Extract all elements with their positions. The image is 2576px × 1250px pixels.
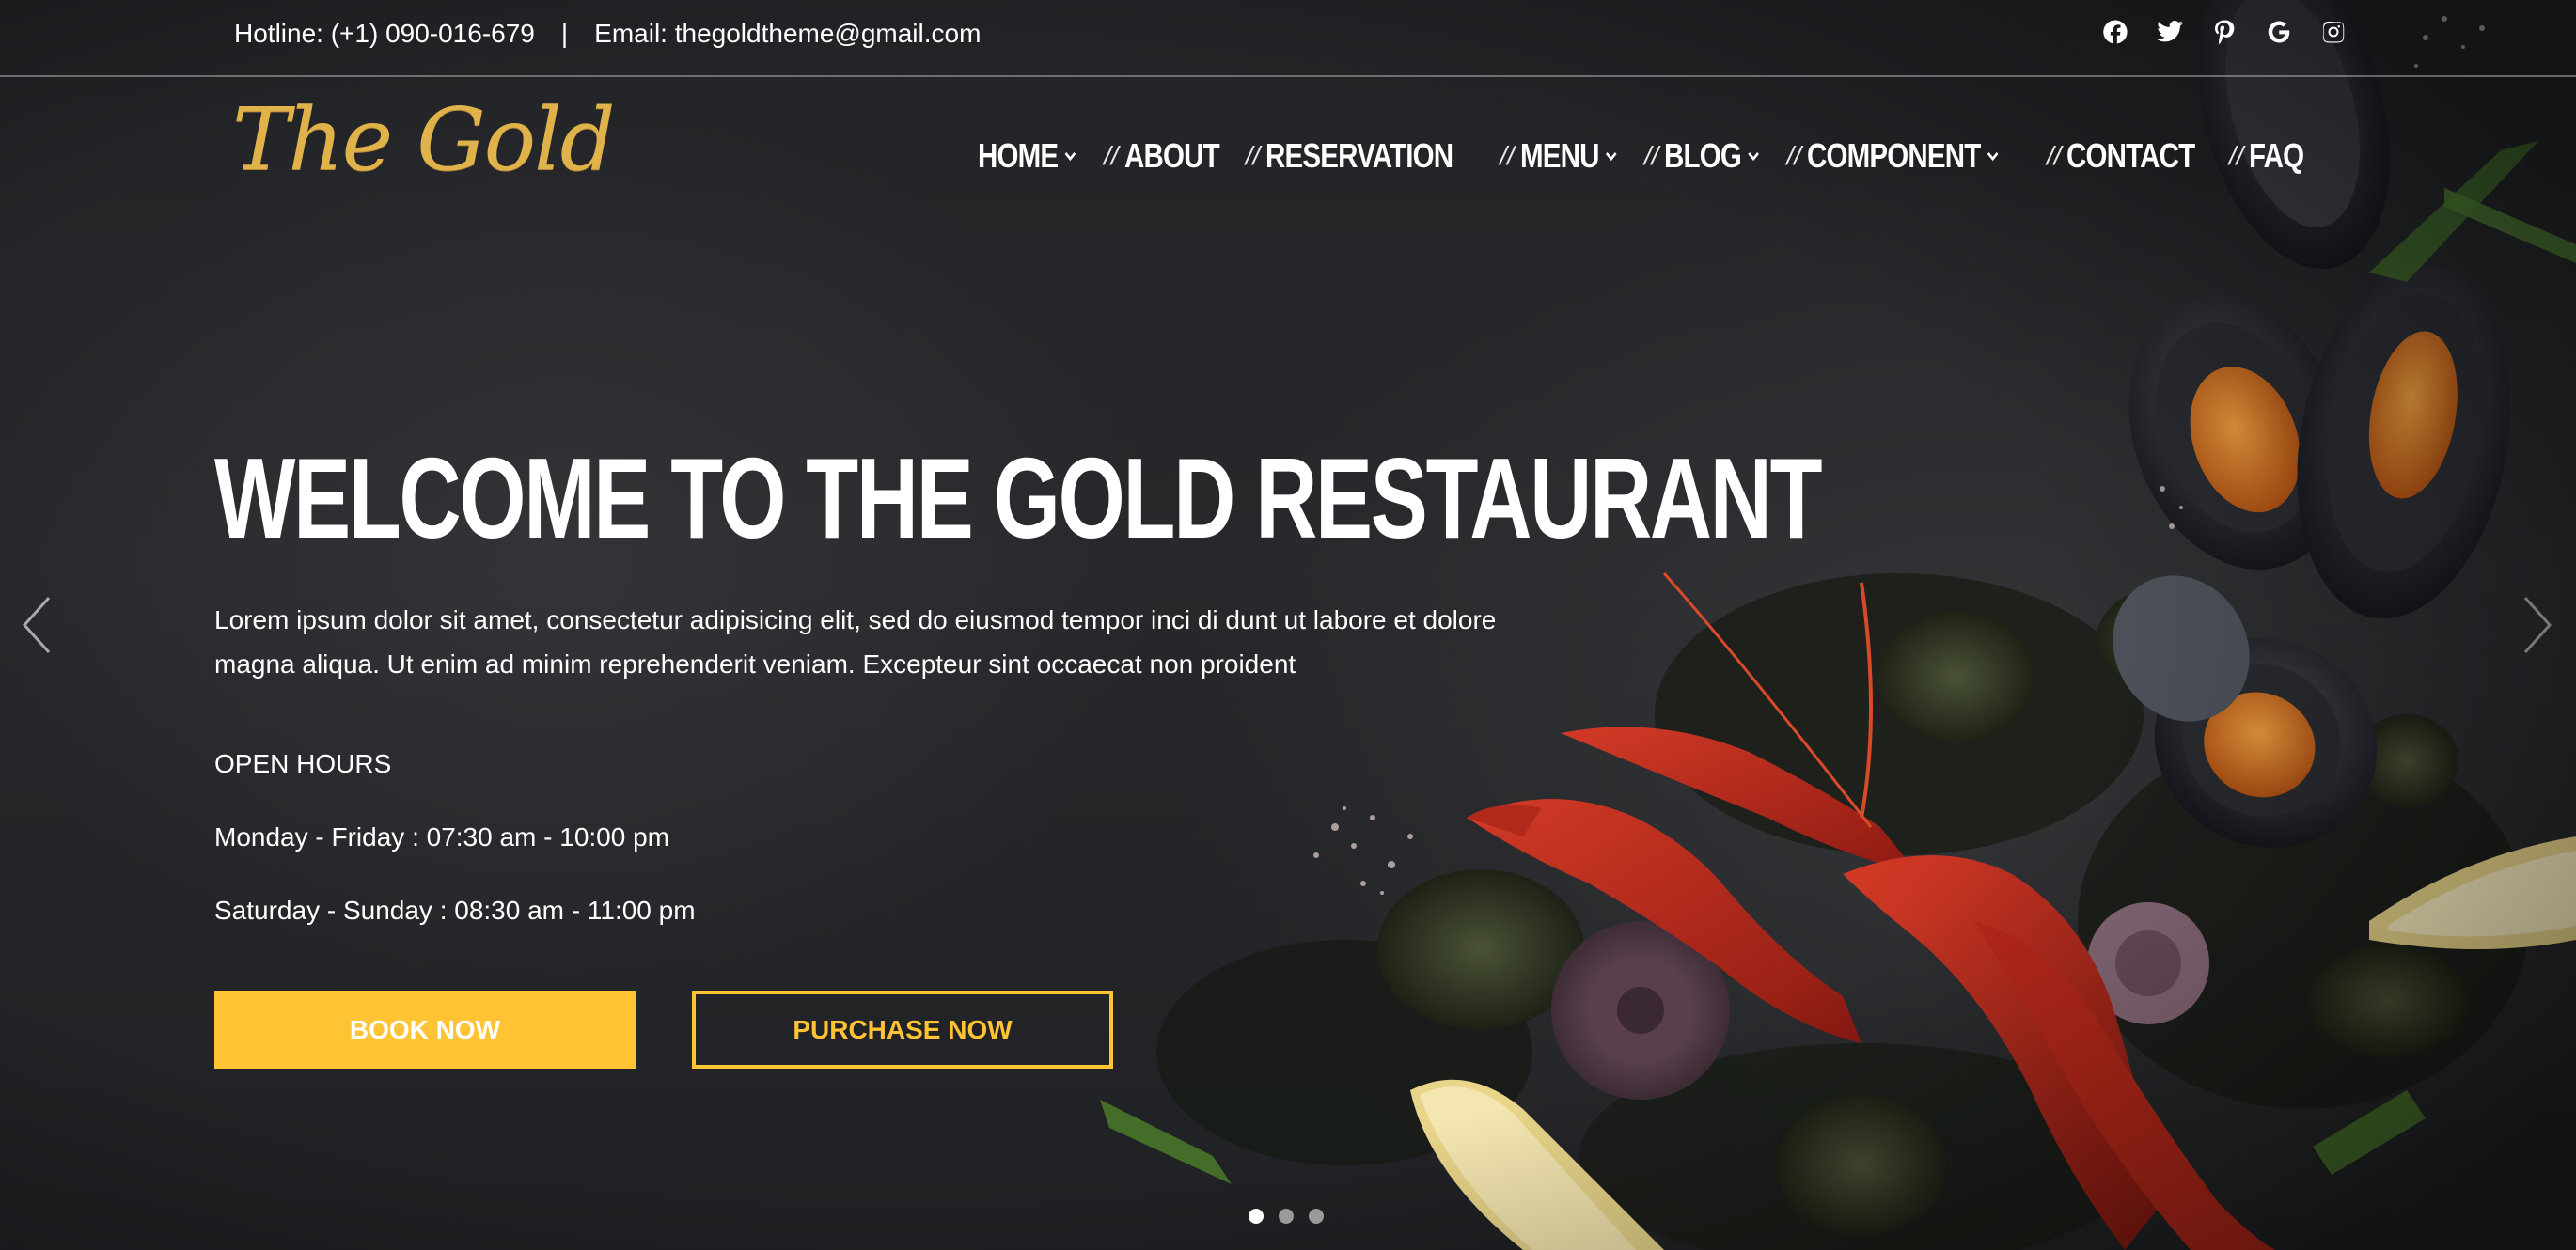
nav-menu[interactable]: MENU	[1520, 136, 1617, 176]
nav-home[interactable]: HOME	[978, 136, 1076, 176]
nav-separator: //	[1104, 141, 1119, 170]
hotline-text: Hotline: (+1) 090-016-679	[234, 19, 535, 48]
nav-separator: //	[2228, 141, 2244, 170]
nav-menu-label: MENU	[1519, 136, 1599, 175]
social-links	[2100, 17, 2348, 47]
chevron-right-icon	[2523, 596, 2552, 654]
chevron-down-icon	[1064, 151, 1076, 162]
nav-about[interactable]: ABOUT	[1123, 136, 1220, 176]
contact-info: Hotline: (+1) 090-016-679 | Email: thego…	[234, 19, 981, 49]
nav-component-label: COMPONENT	[1806, 136, 1981, 175]
twitter-icon[interactable]	[2155, 17, 2185, 47]
google-icon[interactable]	[2264, 17, 2294, 47]
hero-description: Lorem ipsum dolor sit amet, consectetur …	[214, 605, 1497, 679]
nav-component[interactable]: COMPONENT	[1807, 136, 1999, 176]
slider-pagination	[1249, 1209, 1324, 1224]
slider-next-arrow[interactable]	[2520, 592, 2557, 658]
hero-headline: WELCOME TO THE GOLD RESTAURANT	[214, 434, 1822, 562]
main-nav: HOME // ABOUT // RESERVATION // MENU // …	[978, 136, 2316, 176]
nav-blog[interactable]: BLOG	[1664, 136, 1760, 176]
chevron-left-icon	[22, 596, 51, 654]
nav-faq-label: FAQ	[2249, 136, 2304, 175]
nav-faq[interactable]: FAQ	[2249, 136, 2304, 176]
facebook-icon[interactable]	[2100, 17, 2130, 47]
book-now-button[interactable]: BOOK NOW	[214, 991, 636, 1069]
email-text: Email: thegoldtheme@gmail.com	[594, 19, 982, 48]
slide-dot-3[interactable]	[1309, 1209, 1324, 1224]
chevron-down-icon	[1987, 151, 1999, 162]
chevron-down-icon	[1605, 151, 1617, 162]
slide-dot-2[interactable]	[1279, 1209, 1294, 1224]
nav-blog-label: BLOG	[1664, 136, 1742, 175]
nav-contact-label: CONTACT	[2066, 136, 2195, 175]
nav-reservation-label: RESERVATION	[1265, 136, 1453, 175]
nav-separator: //	[1500, 141, 1515, 170]
weekday-hours: Monday - Friday : 07:30 am - 10:00 pm	[214, 822, 669, 852]
nav-separator: //	[1245, 141, 1261, 170]
hero-slider: Hotline: (+1) 090-016-679 | Email: thego…	[0, 0, 2576, 1250]
top-bar: Hotline: (+1) 090-016-679 | Email: thego…	[0, 0, 2576, 77]
nav-home-label: HOME	[978, 136, 1059, 175]
nav-contact[interactable]: CONTACT	[2066, 136, 2195, 176]
weekend-hours: Saturday - Sunday : 08:30 am - 11:00 pm	[214, 896, 696, 925]
purchase-now-button[interactable]: PURCHASE NOW	[692, 991, 1113, 1069]
instagram-icon[interactable]	[2318, 17, 2348, 47]
nav-separator: //	[1786, 141, 1801, 170]
nav-separator: //	[1643, 141, 1659, 170]
slide-dot-1[interactable]	[1249, 1209, 1264, 1224]
nav-reservation[interactable]: RESERVATION	[1265, 136, 1453, 176]
contact-separator: |	[560, 19, 569, 48]
chevron-down-icon	[1748, 151, 1760, 162]
logo[interactable]: The Gold	[232, 89, 616, 190]
open-hours-title: OPEN HOURS	[214, 749, 392, 778]
nav-separator: //	[2046, 141, 2062, 170]
nav-about-label: ABOUT	[1123, 136, 1220, 175]
pinterest-icon[interactable]	[2209, 17, 2239, 47]
slider-prev-arrow[interactable]	[17, 592, 55, 658]
